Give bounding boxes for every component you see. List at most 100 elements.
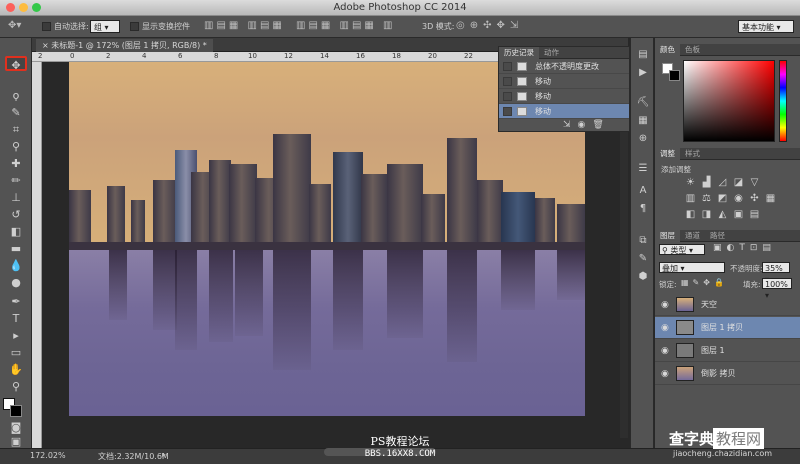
move-tool-button[interactable]: ✥ bbox=[5, 56, 27, 72]
distribute-buttons-icon[interactable]: ▥▤▦ ▥▤▦ ▥ bbox=[296, 20, 396, 31]
zoom-tool-icon[interactable]: ⚲ bbox=[5, 379, 27, 394]
ruler-tick: 2 bbox=[106, 52, 111, 60]
background-color-swatch[interactable] bbox=[10, 405, 22, 417]
lock-icons[interactable]: ▦✎✥🔒 bbox=[681, 278, 728, 287]
layer-row[interactable]: ◉ 倒影 拷贝 bbox=[655, 363, 800, 385]
document-tab[interactable]: × 未标题-1 @ 172% (图层 1 拷贝, RGB/8) * bbox=[36, 39, 213, 52]
close-tab-icon[interactable]: × bbox=[42, 41, 51, 50]
brush-panel-icon[interactable]: ▦ bbox=[635, 114, 651, 128]
history-item-selected[interactable]: 移动 bbox=[499, 104, 629, 119]
dodge-tool-icon[interactable]: ● bbox=[5, 275, 27, 290]
layer-filter-icons[interactable]: ▣◐T⊡▤ bbox=[713, 243, 776, 253]
tool-presets-icon[interactable]: ⛏ bbox=[635, 96, 651, 110]
history-item[interactable]: 总体不透明度更改 bbox=[499, 59, 629, 74]
invert-icon[interactable]: ◧ bbox=[685, 210, 696, 220]
blur-tool-icon[interactable]: 💧 bbox=[5, 258, 27, 273]
photo-filter-icon[interactable]: ◉ bbox=[733, 194, 744, 204]
layer-name: 图层 1 拷贝 bbox=[701, 323, 744, 332]
hue-saturation-icon[interactable]: ▥ bbox=[685, 194, 696, 204]
history-panel-buttons[interactable]: ⇲◉🗑 bbox=[563, 120, 611, 130]
curves-icon[interactable]: ◿ bbox=[717, 178, 728, 188]
threshold-icon[interactable]: ◭ bbox=[717, 210, 728, 220]
tab-styles[interactable]: 样式 bbox=[680, 148, 705, 160]
stamp-tool-icon[interactable]: ⊥ bbox=[5, 190, 27, 205]
quick-select-tool-icon[interactable]: ✎ bbox=[5, 105, 27, 120]
fill-input[interactable]: 100% ▾ bbox=[762, 278, 792, 300]
tab-history[interactable]: 历史记录 bbox=[499, 47, 539, 59]
blend-mode-dropdown[interactable]: 叠加 ▾ bbox=[659, 262, 725, 273]
opacity-input[interactable]: 35% ▾ bbox=[762, 262, 790, 284]
path-select-tool-icon[interactable]: ▸ bbox=[5, 328, 27, 343]
tab-layers[interactable]: 图层 bbox=[655, 230, 680, 242]
history-panel-icon[interactable]: ▤ bbox=[635, 48, 651, 62]
navigator-icon[interactable]: ✎ bbox=[635, 252, 651, 266]
history-panel: 历史记录 动作 总体不透明度更改 移动 移动 移动 ⇲◉🗑 bbox=[498, 46, 630, 132]
hand-tool-icon[interactable]: ✋ bbox=[5, 362, 27, 377]
eyedropper-tool-icon[interactable]: ⚲ bbox=[5, 139, 27, 154]
vibrance-icon[interactable]: ▽ bbox=[749, 178, 760, 188]
history-panel-tabs: 历史记录 动作 bbox=[499, 47, 629, 59]
history-snapshot-checkbox[interactable] bbox=[503, 77, 512, 86]
3d-mode-icons[interactable]: ◎⊕✣✥⇲ bbox=[456, 20, 523, 31]
channel-mixer-icon[interactable]: ✣ bbox=[749, 194, 760, 204]
history-snapshot-checkbox[interactable] bbox=[503, 62, 512, 71]
brightness-icon[interactable]: ☀ bbox=[685, 178, 696, 188]
layer-filter-dropdown[interactable]: ⚲ 类型 ▾ bbox=[659, 244, 705, 255]
hue-slider[interactable] bbox=[779, 60, 787, 142]
gradient-map-icon[interactable]: ▤ bbox=[749, 210, 760, 220]
crop-tool-icon[interactable]: ⌗ bbox=[5, 122, 27, 137]
actions-panel-icon[interactable]: ▶ bbox=[635, 66, 651, 80]
shape-tool-icon[interactable]: ▭ bbox=[5, 345, 27, 360]
tab-color[interactable]: 颜色 bbox=[655, 44, 680, 56]
levels-icon[interactable]: ▟ bbox=[701, 178, 712, 188]
pen-tool-icon[interactable]: ✒ bbox=[5, 294, 27, 309]
exposure-icon[interactable]: ◪ bbox=[733, 178, 744, 188]
visibility-eye-icon[interactable]: ◉ bbox=[661, 317, 671, 339]
posterize-icon[interactable]: ◨ bbox=[701, 210, 712, 220]
clone-source-icon[interactable]: ⊕ bbox=[635, 132, 651, 146]
opacity-value: 35% bbox=[765, 264, 783, 273]
tab-adjustments[interactable]: 调整 bbox=[655, 148, 680, 160]
history-item[interactable]: 移动 bbox=[499, 74, 629, 89]
tab-paths[interactable]: 路径 bbox=[705, 230, 730, 242]
visibility-eye-icon[interactable]: ◉ bbox=[661, 340, 671, 362]
tab-actions[interactable]: 动作 bbox=[539, 47, 564, 59]
show-transform-checkbox[interactable] bbox=[130, 22, 139, 31]
3d-panel-icon[interactable]: ⬢ bbox=[635, 270, 651, 284]
background-color-swatch[interactable] bbox=[669, 70, 680, 81]
site-logo-name-a: 查字典 bbox=[669, 430, 715, 448]
workspace-dropdown[interactable]: 基本功能 ▾ bbox=[738, 20, 794, 33]
tab-channels[interactable]: 通道 bbox=[680, 230, 705, 242]
brush-tool-icon[interactable]: ✏ bbox=[5, 173, 27, 188]
history-snapshot-checkbox[interactable] bbox=[503, 107, 512, 116]
character-panel-icon[interactable]: A bbox=[635, 184, 651, 198]
visibility-eye-icon[interactable]: ◉ bbox=[661, 363, 671, 385]
layer-row[interactable]: ◉ 图层 1 bbox=[655, 340, 800, 362]
gradient-tool-icon[interactable]: ▬ bbox=[5, 241, 27, 256]
type-tool-icon[interactable]: T bbox=[5, 311, 27, 326]
layer-comps-icon[interactable]: ⧉ bbox=[635, 234, 651, 248]
history-brush-tool-icon[interactable]: ↺ bbox=[5, 207, 27, 222]
lasso-tool-icon[interactable]: ϙ bbox=[5, 88, 27, 103]
layer-row[interactable]: ◉ 天空 bbox=[655, 294, 800, 316]
visibility-eye-icon[interactable]: ◉ bbox=[661, 294, 671, 316]
align-buttons-icon[interactable]: ▥▤▦ ▥▤▦ bbox=[204, 20, 285, 31]
paragraph-panel-icon[interactable]: ¶ bbox=[635, 202, 651, 216]
history-snapshot-checkbox[interactable] bbox=[503, 92, 512, 101]
color-picker-field[interactable] bbox=[683, 60, 775, 142]
eraser-tool-icon[interactable]: ◧ bbox=[5, 224, 27, 239]
healing-tool-icon[interactable]: ✚ bbox=[5, 156, 27, 171]
black-white-icon[interactable]: ◩ bbox=[717, 194, 728, 204]
tab-swatches[interactable]: 色板 bbox=[680, 44, 705, 56]
auto-select-dropdown[interactable]: 组 ▾ bbox=[90, 20, 120, 33]
layer-row-selected[interactable]: ◉ 图层 1 拷贝 bbox=[655, 317, 800, 339]
color-balance-icon[interactable]: ⚖ bbox=[701, 194, 712, 204]
move-tool-preset-icon[interactable]: ✥▾ bbox=[8, 20, 21, 31]
color-lookup-icon[interactable]: ▦ bbox=[765, 194, 776, 204]
properties-icon[interactable]: ☰ bbox=[635, 162, 651, 176]
history-item[interactable]: 移动 bbox=[499, 89, 629, 104]
history-item-label: 移动 bbox=[535, 107, 551, 116]
selective-color-icon[interactable]: ▣ bbox=[733, 210, 744, 220]
lock-label: 锁定: bbox=[659, 280, 677, 289]
auto-select-checkbox[interactable] bbox=[42, 22, 51, 31]
